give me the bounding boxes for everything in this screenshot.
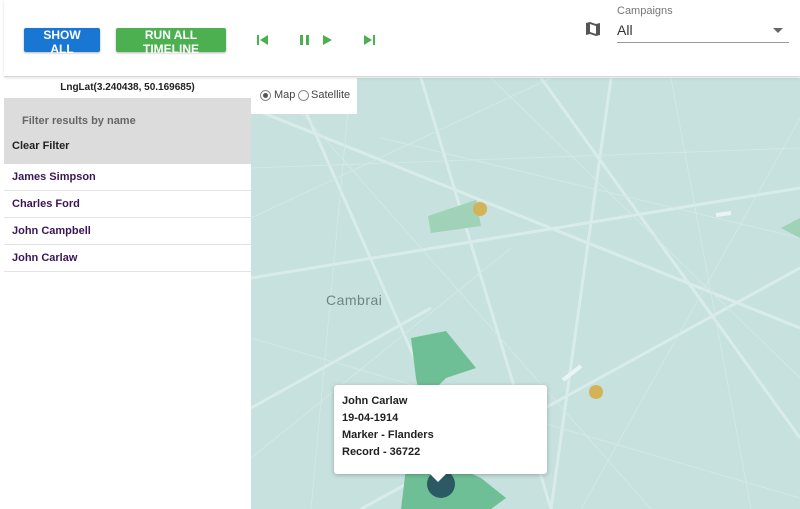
park-area xyxy=(428,200,481,233)
sidebar: LngLat(3.240438, 50.169685) Clear Filter… xyxy=(4,78,251,509)
dropdown-arrow-icon xyxy=(773,28,783,33)
popup-date: 19-04-1914 xyxy=(342,412,399,424)
map-icon xyxy=(586,22,600,36)
map-style-toggle: Map Satellite xyxy=(251,78,357,114)
campaigns-label: Campaigns xyxy=(617,5,673,17)
skip-next-icon[interactable] xyxy=(360,31,378,49)
skip-previous-icon[interactable] xyxy=(254,31,272,49)
show-all-button[interactable]: SHOW ALL xyxy=(24,28,100,56)
toolbar: SHOW ALL RUN ALL TIMELINE Campaigns All xyxy=(4,0,800,77)
play-icon[interactable] xyxy=(318,31,336,49)
person-list-item[interactable]: John Campbell xyxy=(4,218,251,245)
record-marker[interactable] xyxy=(589,385,603,399)
filter-input[interactable] xyxy=(20,114,224,128)
person-list-item[interactable]: Charles Ford xyxy=(4,191,251,218)
map-style-radio[interactable] xyxy=(260,90,271,101)
pause-icon[interactable] xyxy=(296,31,314,49)
record-popup: John Carlaw 19-04-1914 Marker - Flanders… xyxy=(334,385,547,482)
map-style-label: Map xyxy=(274,89,296,101)
park-area xyxy=(781,218,800,238)
lnglat-readout: LngLat(3.240438, 50.169685) xyxy=(60,82,195,93)
popup-tip xyxy=(430,474,446,482)
filter-box: Clear Filter xyxy=(4,98,251,164)
person-list-item[interactable]: James Simpson xyxy=(4,164,251,191)
satellite-style-label: Satellite xyxy=(311,89,351,101)
campaigns-select[interactable]: All xyxy=(617,18,789,43)
map-canvas[interactable]: Map Satellite Cambrai John Carlaw 19-04-… xyxy=(251,78,800,509)
city-label: Cambrai xyxy=(326,292,383,308)
clear-filter-button[interactable]: Clear Filter xyxy=(12,140,69,152)
record-marker[interactable] xyxy=(473,202,487,216)
popup-record: Record - 36722 xyxy=(342,446,421,458)
campaigns-value: All xyxy=(617,22,633,38)
person-list-item[interactable]: John Carlaw xyxy=(4,245,251,272)
run-all-timeline-button[interactable]: RUN ALL TIMELINE xyxy=(116,28,226,56)
satellite-style-radio[interactable] xyxy=(298,90,309,101)
popup-marker: Marker - Flanders xyxy=(342,429,434,441)
road-segment xyxy=(715,211,732,217)
popup-name: John Carlaw xyxy=(342,395,408,407)
